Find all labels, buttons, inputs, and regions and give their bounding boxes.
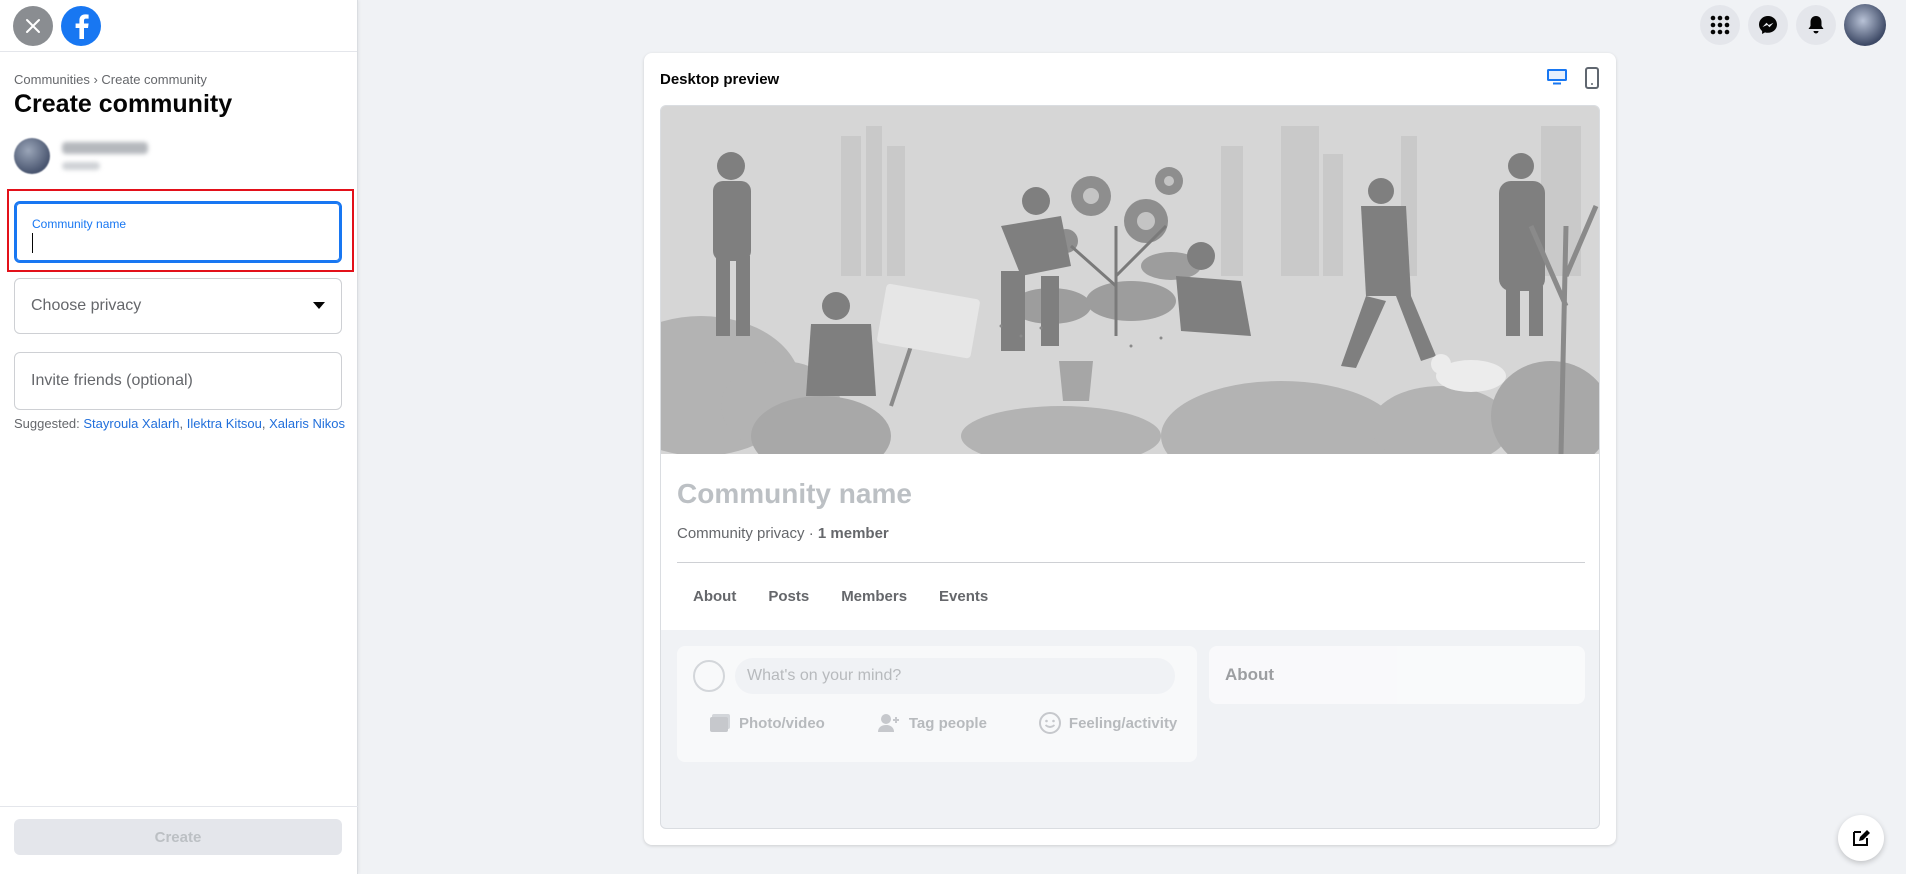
notifications-button[interactable] [1796,5,1836,45]
invite-friends-input[interactable]: Invite friends (optional) [14,352,342,410]
bell-icon [1808,16,1824,34]
admin-profile [14,138,148,174]
composer-input: What's on your mind? [735,658,1175,694]
suggested-friend-link[interactable]: Stayroula Xalarh [83,416,179,431]
close-button[interactable] [13,5,53,46]
create-button[interactable]: Create [14,819,342,855]
menu-grid-icon [1710,15,1730,35]
tag-people-icon [877,714,899,732]
preview-title: Desktop preview [660,71,780,88]
mobile-preview-toggle[interactable] [1584,67,1600,94]
menu-button[interactable] [1700,5,1740,45]
tag-people-label: Tag people [908,714,987,732]
composer-top: What's on your mind? [693,658,1175,694]
invite-placeholder: Invite friends (optional) [31,372,193,389]
new-message-button[interactable] [1838,815,1884,861]
suggested-label: Suggested: [14,416,84,431]
tab-events: Events [939,588,989,605]
close-icon [26,18,40,33]
breadcrumb-separator: › [89,72,102,87]
tag-people-action: Tag people [877,712,987,734]
about-title: About [1225,665,1275,684]
facebook-logo[interactable] [61,5,101,46]
breadcrumb-communities[interactable]: Communities [14,72,90,87]
preview-composer: What's on your mind? Photo/video Tag peo… [677,646,1197,762]
divider [677,562,1585,563]
edit-icon [1853,830,1870,846]
photo-icon [710,714,730,732]
preview-member-count: 1 member [817,525,889,542]
desktop-preview-toggle[interactable] [1546,67,1568,92]
facebook-f-icon [75,13,89,39]
feeling-activity-action: Feeling/activity [1038,712,1178,734]
text-cursor [32,233,33,253]
photo-video-action: Photo/video [709,712,825,734]
feeling-icon [1038,712,1061,734]
user-placeholder-icon [693,660,725,692]
preview-community-name: Community name [677,478,912,509]
preview-tabs: About Posts Members Events [677,578,1004,615]
photo-video-label: Photo/video [739,714,825,732]
privacy-placeholder: Choose privacy [31,297,142,314]
tab-members: Members [841,588,908,605]
preview-frame: Community name Community privacy · 1 mem… [660,105,1600,829]
page-title: Create community [14,90,233,118]
breadcrumb-current: Create community [101,72,207,87]
community-name-label: Community name [32,217,127,231]
admin-name-blurred [62,142,148,154]
preview-community-header: Community name Community privacy · 1 mem… [661,454,1599,630]
community-name-input[interactable]: Community name [14,201,342,263]
suggested-friend-link[interactable]: Xalaris Nikos [269,416,345,431]
composer-actions: Photo/video Tag people Feeling/activity [709,712,1177,734]
admin-role-blurred [62,162,100,170]
avatar [14,138,50,174]
mobile-icon [1585,67,1599,89]
dropdown-arrow-icon [313,302,325,309]
preview-privacy-line: Community privacy · 1 member [677,525,889,542]
account-avatar[interactable] [1844,4,1886,46]
sidebar-footer: Create [0,806,358,874]
privacy-select[interactable]: Choose privacy [14,278,342,334]
messenger-icon [1759,16,1777,34]
desktop-icon [1547,69,1567,85]
cover-illustration [661,106,1599,454]
preview-about-card: About [1209,646,1585,704]
preview-privacy: Community privacy [677,525,805,542]
breadcrumb: Communities › Create community [14,72,207,87]
suggested-friend-link[interactable]: Ilektra Kitsou [187,416,262,431]
tab-posts: Posts [768,588,810,605]
suggested-friends: Suggested: Stayroula Xalarh, Ilektra Kit… [14,416,345,431]
create-community-sidebar: Communities › Create community Create co… [0,0,358,874]
desktop-preview-card: Desktop preview Community name Community… [644,53,1616,845]
feeling-activity-label: Feeling/activity [1068,714,1178,732]
tab-about: About [693,588,737,605]
community-garden-illustration [661,106,1599,454]
sidebar-header [0,0,357,52]
messenger-button[interactable] [1748,5,1788,45]
